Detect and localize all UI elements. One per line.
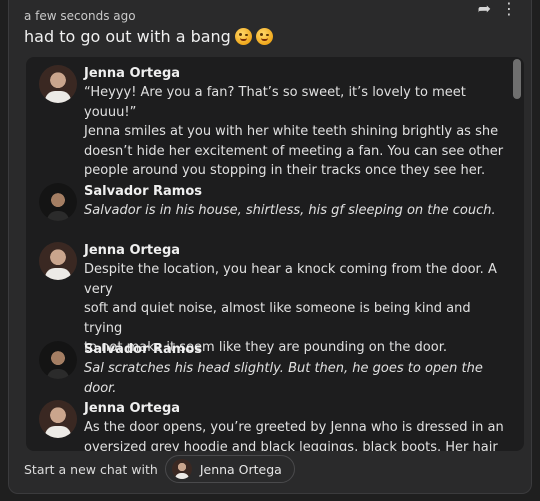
message-text: As the door opens, you’re greeted by Jen…	[84, 420, 504, 451]
message-sender: Jenna Ortega	[84, 243, 181, 258]
message-sender: Jenna Ortega	[84, 401, 181, 416]
message-sender: Salvador Ramos	[84, 342, 203, 357]
avatar	[171, 459, 192, 479]
avatar	[39, 400, 77, 438]
avatar	[39, 65, 77, 103]
post-card: a few seconds ago ➦ ⋮ had to go out with…	[8, 0, 532, 494]
chat-message: Salvador Ramos Salvador is in his house,…	[39, 183, 509, 221]
chat-message: Jenna Ortega As the door opens, you’re g…	[39, 400, 509, 451]
message-sender: Salvador Ramos	[84, 184, 203, 199]
winking-face-emoji	[255, 28, 273, 45]
start-chat-button[interactable]: Jenna Ortega	[164, 455, 295, 483]
post-title-text: had to go out with a bang	[24, 27, 231, 46]
message-text: Sal scratches his head slightly. But the…	[84, 361, 483, 396]
post-title: had to go out with a bang	[24, 27, 273, 46]
message-text: Salvador is in his house, shirtless, his…	[84, 203, 496, 218]
start-chat-character: Jenna Ortega	[199, 461, 282, 477]
chat-message: Salvador Ramos Sal scratches his head sl…	[39, 341, 509, 398]
post-actions: ➦ ⋮	[478, 1, 517, 17]
more-vertical-icon[interactable]: ⋮	[501, 1, 517, 17]
scrollbar[interactable]	[510, 57, 524, 451]
scrollbar-thumb[interactable]	[513, 59, 521, 99]
message-text: “Heyyy! Are you a fan? That’s so sweet, …	[84, 85, 504, 178]
post-timestamp: a few seconds ago	[24, 9, 136, 23]
new-chat-row: Start a new chat with Jenna Ortega	[24, 455, 295, 483]
avatar	[39, 341, 77, 379]
avatar	[39, 183, 77, 221]
avatar	[39, 242, 77, 280]
new-chat-label: Start a new chat with	[24, 461, 158, 477]
message-sender: Jenna Ortega	[84, 66, 181, 81]
chat-message: Jenna Ortega “Heyyy! Are you a fan? That…	[39, 65, 509, 181]
chat-transcript[interactable]: Jenna Ortega “Heyyy! Are you a fan? That…	[26, 57, 524, 451]
winking-face-emoji	[234, 28, 252, 45]
share-arrow-icon[interactable]: ➦	[478, 1, 491, 17]
